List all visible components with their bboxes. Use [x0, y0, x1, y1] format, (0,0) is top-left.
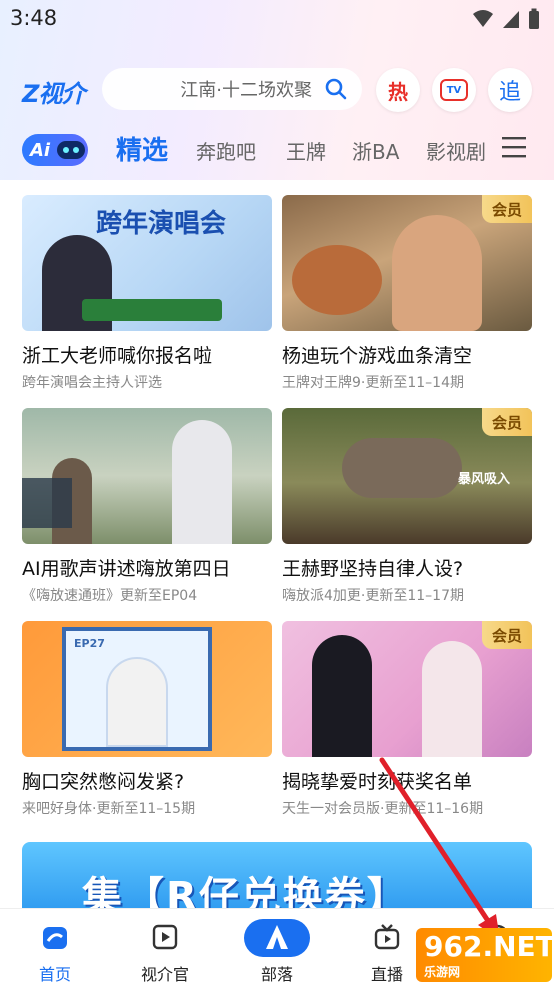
card-subtitle: 嗨放派4加更·更新至11–17期 — [282, 588, 464, 604]
wifi-icon — [473, 10, 493, 27]
ai-button[interactable]: Ai — [22, 134, 88, 166]
video-card[interactable]: 会员 杨迪玩个游戏血条清空 王牌对王牌9·更新至11–14期 — [282, 195, 532, 392]
nav-home[interactable]: 首页 — [10, 909, 100, 984]
video-thumbnail[interactable]: 跨年演唱会 — [22, 195, 272, 331]
follow-icon: 追 — [498, 80, 521, 105]
home-icon — [43, 927, 67, 949]
thumbnail-person — [392, 215, 482, 331]
card-title: 揭晓挚爱时刻获奖名单 — [282, 771, 473, 793]
card-subtitle: 跨年演唱会主持人评选 — [22, 375, 162, 391]
hot-button[interactable]: 热 — [376, 68, 420, 112]
status-bar: 3:48 — [0, 0, 554, 40]
menu-icon[interactable] — [502, 136, 526, 158]
site-watermark: 962.NET 乐游网 — [416, 928, 554, 982]
video-card[interactable]: 暴风吸入 会员 王赫野坚持自律人设? 嗨放派4加更·更新至11–17期 — [282, 408, 532, 605]
thumbnail-caption: 暴风吸入 — [458, 472, 511, 487]
thumbnail-person — [172, 420, 232, 544]
banner-text: 集【R仔兑换券】 — [82, 874, 409, 912]
robot-icon — [57, 141, 86, 159]
nav-tribe[interactable]: 部落 — [232, 909, 322, 984]
battery-icon — [529, 8, 539, 29]
nav-label: 部落 — [260, 965, 293, 984]
video-card[interactable]: 跨年演唱会 浙工大老师喊你报名啦 跨年演唱会主持人评选 — [22, 195, 272, 392]
follow-button[interactable]: 追 — [488, 68, 532, 112]
vip-badge: 会员 — [482, 408, 532, 436]
card-title: 胸口突然憋闷发紧? — [22, 771, 185, 793]
tv-button[interactable]: TV — [432, 68, 476, 112]
video-thumbnail[interactable] — [22, 408, 272, 544]
video-card[interactable]: AI用歌声讲述嗨放第四日 《嗨放速通班》更新至EP04 — [22, 408, 272, 605]
card-subtitle: 来吧好身体·更新至11–15期 — [22, 801, 196, 817]
tab-ace[interactable]: 王牌 — [286, 136, 326, 165]
thumbnail-prop — [292, 245, 382, 315]
nav-label: 首页 — [38, 965, 71, 984]
thumbnail-person — [422, 641, 482, 757]
thumbnail-screen: EP27 — [62, 627, 212, 751]
vip-badge: 会员 — [482, 621, 532, 649]
search-input[interactable]: 江南·十二场欢聚 — [102, 68, 362, 110]
nav-label: 视介官 — [140, 965, 189, 984]
card-subtitle: 《嗨放速通班》更新至EP04 — [22, 588, 198, 604]
app-logo[interactable]: Z视介 — [22, 74, 85, 109]
card-title: 浙工大老师喊你报名啦 — [22, 345, 213, 367]
nav-video[interactable]: 视介官 — [120, 909, 210, 984]
tab-featured[interactable]: 精选 — [116, 130, 168, 167]
card-subtitle: 王牌对王牌9·更新至11–14期 — [282, 375, 464, 391]
live-icon — [374, 924, 400, 950]
tab-drama[interactable]: 影视剧 — [426, 136, 486, 165]
status-time: 3:48 — [10, 6, 58, 30]
video-thumbnail[interactable]: 会员 — [282, 621, 532, 757]
thumbnail-caption: EP27 — [74, 637, 105, 650]
card-title: 王赫野坚持自律人设? — [282, 558, 464, 580]
thumbnail-person — [106, 657, 168, 747]
status-icons — [472, 8, 540, 30]
watermark-subtext: 乐游网 — [424, 965, 461, 979]
video-icon — [152, 924, 178, 950]
promo-banner[interactable]: 集【R仔兑换券】 — [22, 842, 532, 912]
card-title: 杨迪玩个游戏血条清空 — [282, 345, 473, 367]
tab-keep-running[interactable]: 奔跑吧 — [196, 136, 256, 165]
thumbnail-person — [312, 635, 372, 757]
card-title: AI用歌声讲述嗨放第四日 — [22, 558, 231, 580]
hot-icon: 热 — [388, 79, 408, 104]
tab-zhe-ba[interactable]: 浙BA — [352, 136, 399, 165]
video-card[interactable]: 会员 揭晓挚爱时刻获奖名单 天生一对会员版·更新至11–16期 — [282, 621, 532, 818]
search-icon[interactable] — [324, 77, 348, 101]
tribe-icon — [266, 925, 288, 949]
thumbnail-person — [342, 438, 462, 498]
thumbnail-panel — [22, 478, 72, 528]
card-subtitle: 天生一对会员版·更新至11–16期 — [282, 801, 484, 817]
thumbnail-caption: 跨年演唱会 — [96, 209, 227, 239]
video-thumbnail[interactable]: 暴风吸入 会员 — [282, 408, 532, 544]
video-thumbnail[interactable]: EP27 — [22, 621, 272, 757]
watermark-text: 962.NET — [424, 930, 554, 963]
ai-label: Ai — [30, 139, 51, 161]
signal-icon — [503, 11, 519, 28]
video-thumbnail[interactable]: 会员 — [282, 195, 532, 331]
top-bar: Z视介 江南·十二场欢聚 热 TV 追 — [0, 66, 554, 112]
thumbnail-stripe — [82, 299, 222, 321]
tv-icon: TV — [440, 79, 468, 101]
video-card[interactable]: EP27 胸口突然憋闷发紧? 来吧好身体·更新至11–15期 — [22, 621, 272, 818]
vip-badge: 会员 — [482, 195, 532, 223]
search-placeholder: 江南·十二场欢聚 — [180, 80, 312, 101]
channel-tabs: Ai 精选 奔跑吧 王牌 浙BA 影视剧 — [0, 128, 554, 174]
